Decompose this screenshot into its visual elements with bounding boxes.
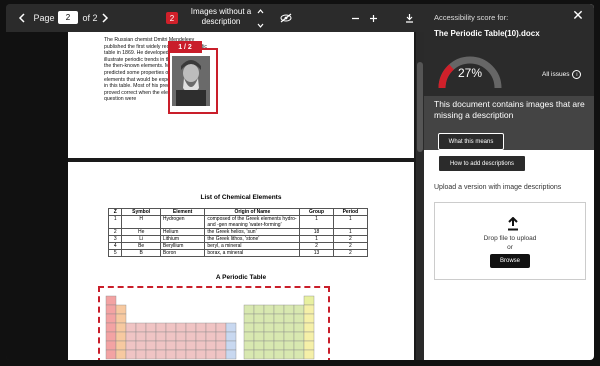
cell: 2 xyxy=(299,242,334,250)
cell: 1 xyxy=(299,235,334,243)
table-row: 4 Be Beryllium beryl, a mineral 2 2 xyxy=(107,242,369,250)
issue-down-icon[interactable] xyxy=(255,18,265,32)
cell: Helium xyxy=(159,228,206,236)
image-marker-badge[interactable]: 1 / 2 xyxy=(168,41,202,53)
header-symbol: Symbol xyxy=(121,208,161,216)
score-label: Accessibility score for: xyxy=(434,13,509,22)
cell: 2 xyxy=(332,235,369,243)
upload-icon xyxy=(508,217,518,231)
cell: beryl, a mineral xyxy=(204,242,301,250)
cell: 18 xyxy=(299,228,334,236)
page-number-input[interactable]: 2 xyxy=(58,11,78,24)
cell: 1 xyxy=(332,215,369,229)
cell: 2 xyxy=(332,242,369,250)
warning-message: This document contains images that are m… xyxy=(434,99,585,120)
document-page-1: The Russian chemist Dmitri Mendeleev pub… xyxy=(68,32,414,158)
cell: the Greek helios, 'sun' xyxy=(204,228,301,236)
cell: Be xyxy=(121,242,161,250)
page-total: of 2 xyxy=(82,13,98,23)
drop-file-label: Drop file to upload xyxy=(483,235,537,242)
header-element: Element xyxy=(159,208,206,216)
browse-button[interactable]: Browse xyxy=(490,254,530,268)
next-page-icon[interactable] xyxy=(98,4,112,32)
issue-up-icon[interactable] xyxy=(255,4,265,18)
close-icon[interactable]: ✕ xyxy=(570,7,586,23)
cell: 1 xyxy=(332,228,369,236)
cell: 3 xyxy=(107,235,123,243)
cell: 1 xyxy=(299,215,334,229)
table-row: 3 Li Lithium the Greek lithos, 'stone' 1… xyxy=(107,235,369,243)
viewer-gutter xyxy=(6,32,68,360)
cell: B xyxy=(121,249,161,257)
cell: Li xyxy=(121,235,161,243)
cell: 1 xyxy=(107,215,123,229)
hide-issues-icon[interactable] xyxy=(278,4,294,32)
chemical-elements-table: Z Symbol Element Origin of Name Group Pe… xyxy=(107,208,369,257)
periodic-table-graphic xyxy=(105,295,315,360)
cell: borax, a mineral xyxy=(204,249,301,257)
table-title: List of Chemical Elements xyxy=(200,194,282,201)
all-issues-label: All issues xyxy=(542,71,570,78)
table-header-row: Z Symbol Element Origin of Name Group Pe… xyxy=(107,208,369,216)
page-label: Page xyxy=(33,13,55,23)
or-label: or xyxy=(507,244,513,251)
upload-label: Upload a version with image descriptions xyxy=(434,184,562,191)
app-window: Page 2 of 2 2 Images without a descripti… xyxy=(6,4,594,360)
zoom-in-icon[interactable] xyxy=(366,4,380,32)
what-this-means-button[interactable]: What this means xyxy=(438,133,504,150)
drop-text: Drop file to upload or xyxy=(435,234,585,252)
table-row: 1 H Hydrogen composed of the Greek eleme… xyxy=(107,215,369,229)
header-z: Z xyxy=(107,208,123,216)
accessibility-panel: Accessibility score for: ✕ The Periodic … xyxy=(424,4,594,360)
download-icon[interactable] xyxy=(402,4,416,32)
mendeleev-portrait-image[interactable] xyxy=(172,56,210,106)
periodic-table-image[interactable] xyxy=(98,286,330,360)
cell: Beryllium xyxy=(159,242,206,250)
file-name: The Periodic Table(10).docx xyxy=(434,29,540,38)
header-origin: Origin of Name xyxy=(204,208,301,216)
cell: 2 xyxy=(107,228,123,236)
cell: He xyxy=(121,228,161,236)
header-period: Period xyxy=(332,208,369,216)
score-header: Accessibility score for: ✕ The Periodic … xyxy=(424,4,594,150)
cell: 5 xyxy=(107,249,123,257)
prev-page-icon[interactable] xyxy=(14,4,28,32)
table-row: 2 He Helium the Greek helios, 'sun' 18 1 xyxy=(107,228,369,236)
info-icon: i xyxy=(572,70,582,79)
score-percent: 27% xyxy=(457,66,483,80)
document-page-2: List of Chemical Elements Z Symbol Eleme… xyxy=(68,162,414,360)
how-to-add-descriptions-button[interactable]: How to add descriptions xyxy=(438,155,526,172)
zoom-out-icon[interactable] xyxy=(348,4,362,32)
cell: 4 xyxy=(107,242,123,250)
issue-type-label: Images without a description xyxy=(190,7,252,26)
cell: composed of the Greek elements hydro- an… xyxy=(204,215,301,229)
document-viewer[interactable]: The Russian chemist Dmitri Mendeleev pub… xyxy=(6,32,424,360)
header-group: Group xyxy=(299,208,334,216)
periodic-table-title: A Periodic Table xyxy=(215,274,267,281)
upload-dropzone[interactable]: Drop file to upload or Browse xyxy=(434,202,586,280)
cell: 2 xyxy=(332,249,369,257)
viewer-scroll-thumb[interactable] xyxy=(417,62,423,152)
document-toolbar: Page 2 of 2 2 Images without a descripti… xyxy=(6,4,424,32)
table-row: 5 B Boron borax, a mineral 13 2 xyxy=(107,249,369,257)
cell: H xyxy=(121,215,161,229)
cell: Boron xyxy=(159,249,206,257)
cell: Hydrogen xyxy=(159,215,206,229)
cell: the Greek lithos, 'stone' xyxy=(204,235,301,243)
issue-count-badge: 2 xyxy=(166,12,178,24)
cell: 13 xyxy=(299,249,334,257)
cell: Lithium xyxy=(159,235,206,243)
all-issues-link[interactable]: All issues i xyxy=(542,70,582,79)
